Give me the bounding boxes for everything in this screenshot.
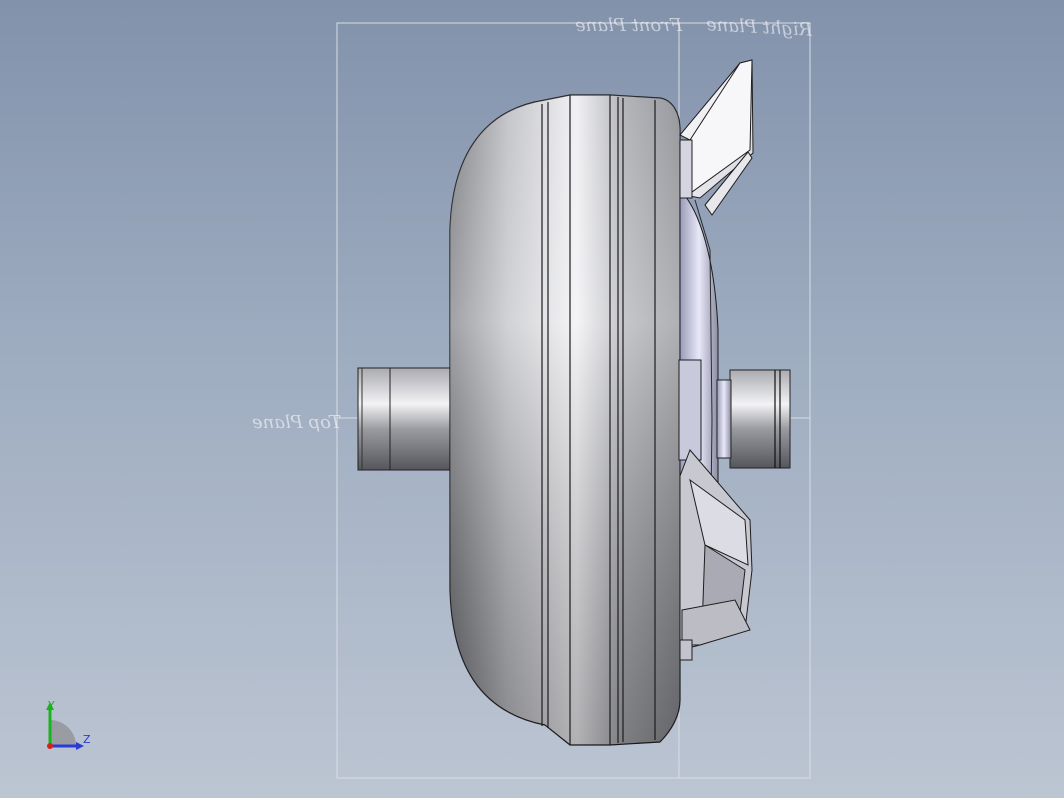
model-canvas[interactable]	[0, 0, 1064, 798]
converter-housing[interactable]	[449, 94, 681, 746]
output-shaft[interactable]	[716, 369, 791, 469]
front-plane-label: Front Plane	[575, 15, 683, 36]
z-axis-label: Z	[83, 733, 91, 746]
y-axis-label: Y	[48, 699, 55, 712]
upper-blade[interactable]	[679, 59, 754, 216]
triad-plane-quadrant	[50, 720, 76, 746]
top-plane-label: Top Plane	[252, 412, 342, 433]
input-shaft[interactable]	[357, 367, 454, 471]
lower-blade[interactable]	[679, 449, 753, 661]
x-axis-dot	[47, 743, 53, 749]
graphics-viewport[interactable]: Front Plane Right Plane Top Plane Y Z	[0, 0, 1064, 798]
